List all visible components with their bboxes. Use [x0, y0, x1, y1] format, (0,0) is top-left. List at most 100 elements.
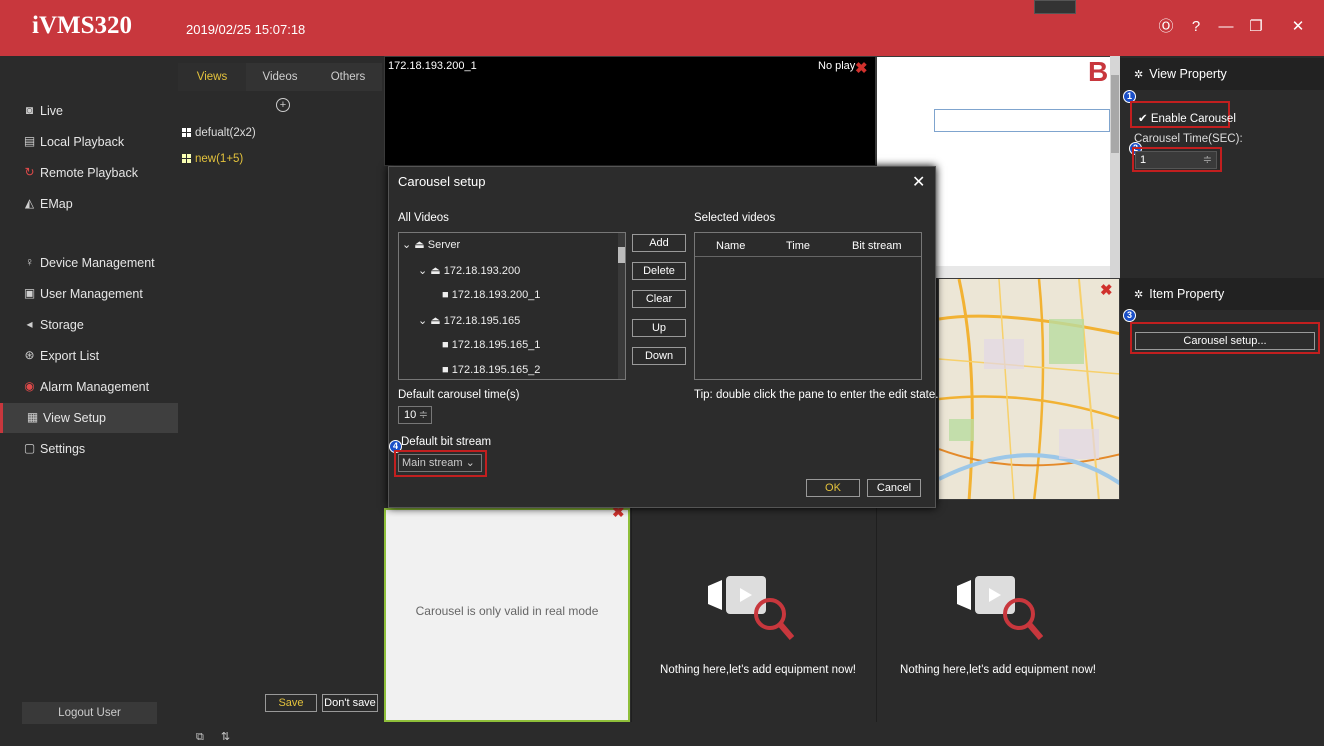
item-property-title: Item Property — [1149, 287, 1225, 301]
pane-status-text: No play — [818, 60, 856, 72]
device-icon: ♀ — [25, 255, 34, 269]
sidebar-item-local-playback[interactable]: ▤ Local Playback — [0, 127, 178, 157]
dialog-title: Carousel setup — [398, 174, 486, 189]
empty-pane-1[interactable] — [631, 508, 875, 722]
dont-save-button[interactable]: Don't save — [322, 694, 378, 712]
carousel-time-stepper[interactable]: 1 ≑ — [1135, 151, 1217, 169]
web-scroll-thumb[interactable] — [1111, 75, 1119, 153]
tree-node[interactable]: ⌄ ⏏ 172.18.193.200 — [418, 264, 520, 277]
tab-views[interactable]: Views — [178, 63, 246, 91]
carousel-time-label: Carousel Time(SEC): — [1134, 133, 1243, 145]
view-item-new[interactable]: new(1+5) — [182, 153, 243, 165]
view-item-label: defualt(2x2) — [195, 127, 256, 139]
tree-node[interactable]: ⌄ ⏏ Server — [402, 238, 460, 251]
bitstream-select[interactable]: Main stream ⌄ — [398, 454, 482, 472]
column-header-bit-stream[interactable]: Bit stream — [852, 240, 902, 252]
export-icon: ⊛ — [24, 348, 35, 362]
column-header-time[interactable]: Time — [786, 240, 810, 252]
mini-window-indicator — [1034, 0, 1076, 14]
pane-close-icon[interactable]: ✖ — [1100, 283, 1113, 298]
sidebar-item-remote-playback[interactable]: ↻ Remote Playback — [0, 158, 178, 188]
web-search-box[interactable] — [934, 109, 1110, 132]
no-equipment-icon — [708, 576, 794, 640]
sidebar-item-alarm-management[interactable]: ◉ Alarm Management — [0, 372, 178, 402]
pane-close-icon[interactable]: ✖ — [855, 61, 868, 76]
empty-pane-text: Nothing here,let's add equipment now! — [660, 664, 856, 676]
view-item-label: new(1+5) — [195, 153, 244, 165]
tab-others[interactable]: Others — [314, 63, 382, 91]
alarm-icon: ◉ — [24, 379, 35, 393]
carousel-setup-button[interactable]: Carousel setup... — [1135, 332, 1315, 350]
tree-node[interactable]: ■ 172.18.195.165_1 — [442, 339, 540, 351]
device-icon: ⏏ — [430, 265, 441, 277]
dialog-close-icon[interactable]: ✕ — [912, 172, 925, 192]
local-playback-icon: ▤ — [23, 134, 36, 148]
sidebar-item-view-setup[interactable]: ▦ View Setup — [0, 403, 178, 433]
sidebar-item-user-management[interactable]: ▣ User Management — [0, 279, 178, 309]
default-time-value: 10 — [404, 409, 417, 421]
tree-node[interactable]: ■ 172.18.195.165_2 — [442, 364, 540, 376]
sidebar-item-settings[interactable]: ▢ Settings — [0, 434, 178, 464]
pane-close-icon[interactable]: ✖ — [612, 505, 625, 520]
clear-button[interactable]: Clear — [632, 290, 686, 308]
tree-node-label: 172.18.195.165_1 — [451, 339, 541, 351]
app-title: iVMS320 — [32, 12, 132, 39]
default-bitstream-label: Default bit stream — [401, 436, 492, 448]
tree-node-label: 172.18.193.200 — [443, 265, 521, 277]
server-icon: ⏏ — [414, 239, 425, 251]
annotation-badge-3: 3 — [1123, 309, 1136, 322]
up-button[interactable]: Up — [632, 319, 686, 337]
sidebar-item-export-list[interactable]: ⊛ Export List — [0, 341, 178, 371]
sidebar-item-device-management[interactable]: ♀ Device Management — [0, 248, 178, 278]
copy-icon[interactable]: ⧉ — [196, 731, 204, 743]
web-logo: B — [1088, 56, 1109, 87]
video-pane-1[interactable] — [384, 56, 876, 166]
tab-videos[interactable]: Videos — [246, 63, 314, 91]
stepper-icon[interactable]: ≑ — [1203, 152, 1212, 168]
camera-icon: ■ — [442, 339, 449, 351]
chevron-down-icon: ⌄ — [418, 265, 428, 277]
sidebar-item-emap[interactable]: ◭ EMap — [0, 189, 178, 219]
sidebar-item-live[interactable]: ◙ Live — [0, 96, 178, 126]
carousel-note: Carousel is only valid in real mode — [415, 604, 599, 618]
default-time-stepper[interactable]: 10 ≑ — [398, 406, 432, 424]
table-header-divider — [695, 256, 921, 257]
empty-pane-2[interactable] — [876, 508, 1120, 722]
stepper-icon[interactable]: ≑ — [419, 407, 428, 423]
sidebar: ◙ Live ▤ Local Playback ↻ Remote Playback ◭… — [0, 56, 178, 746]
gear-icon: ✲ — [1134, 288, 1144, 301]
close-icon[interactable]: ✕ — [1288, 17, 1308, 37]
sidebar-item-label: Alarm Management — [40, 380, 150, 394]
enable-carousel-label: Enable Carousel — [1150, 113, 1236, 125]
add-view-icon[interactable]: + — [276, 98, 290, 112]
minimize-icon[interactable]: — — [1216, 17, 1236, 37]
view-item-default[interactable]: defualt(2x2) — [182, 127, 256, 139]
info-icon[interactable]: Ⓞ — [1156, 17, 1176, 37]
empty-pane-text: Nothing here,let's add equipment now! — [900, 664, 1096, 676]
datetime-display: 2019/02/25 15:07:18 — [186, 22, 306, 37]
sidebar-item-label: Remote Playback — [40, 166, 138, 180]
delete-button[interactable]: Delete — [632, 262, 686, 280]
pane-camera-label: 172.18.193.200_1 — [388, 60, 477, 72]
tree-scroll-thumb[interactable] — [618, 247, 625, 263]
column-header-name[interactable]: Name — [716, 240, 745, 252]
help-icon[interactable]: ? — [1186, 17, 1206, 37]
tree-node[interactable]: ⌄ ⏏ 172.18.195.165 — [418, 314, 520, 327]
enable-carousel-checkbox[interactable]: ✔ Enable Carousel — [1138, 111, 1236, 125]
sidebar-item-storage[interactable]: ◂ Storage — [0, 310, 178, 340]
add-button[interactable]: Add — [632, 234, 686, 252]
tree-node[interactable]: ■ 172.18.193.200_1 — [442, 289, 540, 301]
gear-icon: ✲ — [1134, 68, 1144, 81]
down-button[interactable]: Down — [632, 347, 686, 365]
view-setup-icon: ▦ — [26, 410, 39, 424]
ok-button[interactable]: OK — [806, 479, 860, 497]
sort-icon[interactable]: ⇅ — [221, 731, 230, 743]
restore-icon[interactable]: ❐ — [1246, 17, 1266, 37]
cancel-button[interactable]: Cancel — [867, 479, 921, 497]
map-pane[interactable] — [938, 278, 1120, 500]
save-button[interactable]: Save — [265, 694, 317, 712]
logout-button[interactable]: Logout User — [22, 702, 157, 724]
video-tree[interactable] — [398, 232, 626, 380]
selected-videos-table[interactable] — [694, 232, 922, 380]
sidebar-item-label: Local Playback — [40, 135, 125, 149]
